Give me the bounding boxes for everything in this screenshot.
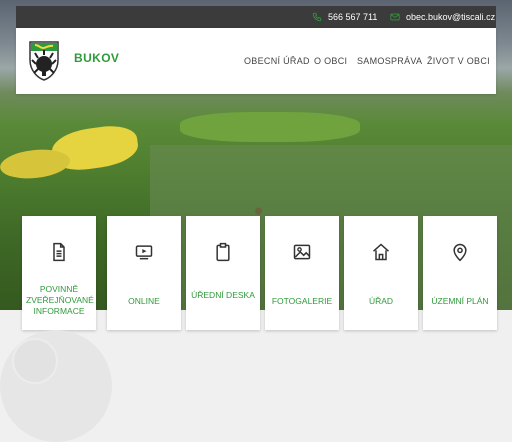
tile-fotogalerie[interactable]: FOTOGALERIE [265,216,339,330]
tile-label: ÚŘAD [368,296,394,306]
tile-label: ÚZEMNÍ PLÁN [431,296,489,306]
nav-samosprava[interactable]: SAMOSPRÁVA [357,56,422,66]
tile-online[interactable]: ONLINE [107,216,181,330]
home-icon [373,243,389,261]
nav-zivot-v-obci[interactable]: ŽIVOT V OBCI [427,56,490,66]
image-icon [293,244,311,260]
video-icon [135,245,153,260]
phone-contact[interactable]: 566 567 711 [312,12,377,22]
mail-icon [390,13,400,21]
nav-obecni-urad[interactable]: OBECNÍ ÚŘAD [244,56,310,66]
tile-label: FOTOGALERIE [271,296,333,306]
top-contact-bar: 566 567 711 obec.bukov@tiscali.cz [16,6,496,28]
site-title[interactable]: BUKOV [74,51,119,65]
tile-uzemni-plan[interactable]: ÚZEMNÍ PLÁN [423,216,497,330]
decorative-dot [12,338,58,384]
map-pin-icon [453,243,467,262]
email-address[interactable]: obec.bukov@tiscali.cz [406,12,495,22]
meadow [180,112,360,142]
rapeseed-field-secondary [0,146,72,182]
tile-povinne-informace[interactable]: POVINNĚ ZVEŘEJŇOVANÉ INFORMACE [22,216,96,330]
tile-label: ONLINE [128,296,160,306]
site-header: BUKOV OBECNÍ ÚŘAD O OBCI SAMOSPRÁVA ŽIVO… [16,28,496,94]
nav-o-obci[interactable]: O OBCI [314,56,347,66]
tile-label: POVINNĚ ZVEŘEJŇOVANÉ INFORMACE [26,284,94,316]
tile-uredni-deska[interactable]: ÚŘEDNÍ DESKA [186,216,260,330]
email-contact[interactable]: obec.bukov@tiscali.cz [390,12,495,22]
coat-of-arms-logo[interactable] [28,40,60,82]
tile-label: ÚŘEDNÍ DESKA [191,290,255,300]
clipboard-icon [216,242,230,262]
phone-number[interactable]: 566 567 711 [328,12,377,22]
tile-urad[interactable]: ÚŘAD [344,216,418,330]
document-icon [53,242,65,262]
phone-icon [312,12,322,22]
